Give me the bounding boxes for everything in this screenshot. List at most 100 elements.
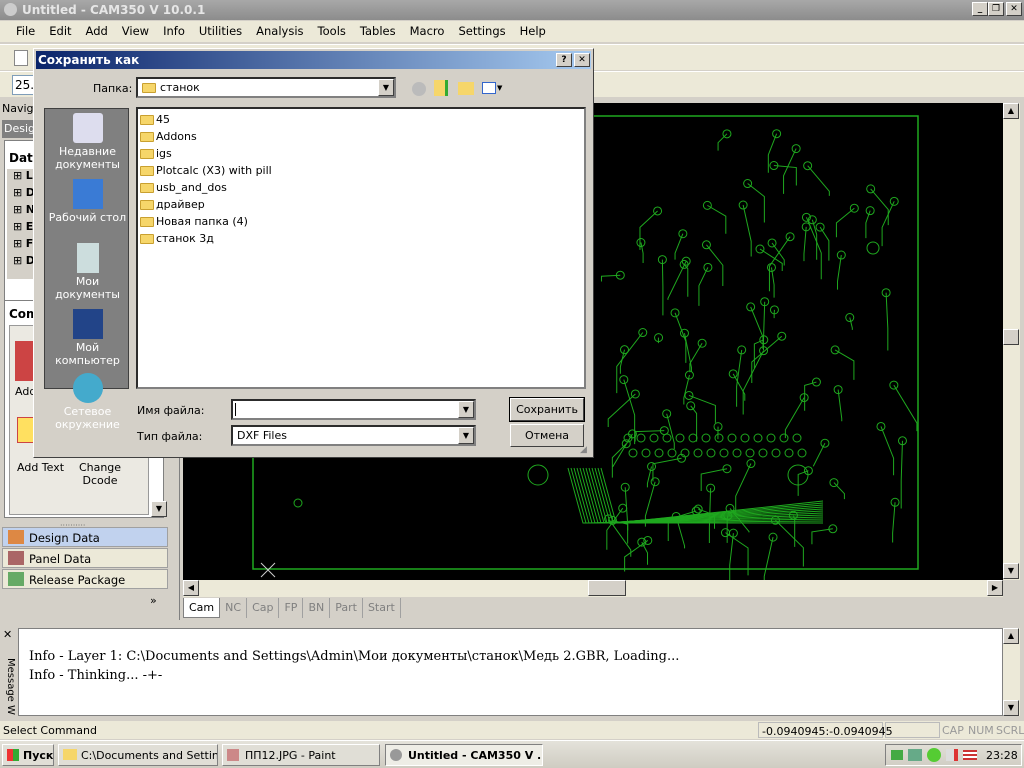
folder-item[interactable]: станок 3д (140, 230, 584, 247)
trace (742, 204, 752, 257)
trace (812, 442, 826, 467)
trace (690, 405, 698, 442)
dialog-close-button[interactable]: ✕ (574, 53, 590, 67)
maximize-button[interactable]: ❐ (988, 2, 1004, 16)
more-nav-button[interactable]: » (150, 594, 157, 607)
task-cam350[interactable]: Untitled - CAM350 V ... (385, 744, 543, 766)
menu-info[interactable]: Info (163, 24, 185, 42)
folder-item[interactable]: 45 (140, 111, 584, 128)
close-button[interactable]: ✕ (1006, 2, 1022, 16)
trace (763, 537, 774, 599)
windows-logo-icon (7, 749, 19, 761)
tab-start[interactable]: Start (363, 598, 401, 618)
minimize-button[interactable]: _ (972, 2, 988, 16)
folder-item[interactable]: Addons (140, 128, 584, 145)
chevron-down-icon[interactable]: ▼ (458, 401, 474, 418)
pad (830, 345, 840, 355)
signal-icon[interactable] (891, 750, 903, 760)
task-explorer[interactable]: C:\Documents and Settin... (58, 744, 218, 766)
help-button[interactable]: ? (556, 53, 572, 67)
place-my-documents[interactable]: Мои документы (45, 243, 130, 301)
cancel-button[interactable]: Отмена (510, 424, 584, 447)
trace (729, 533, 734, 584)
trace (624, 487, 629, 544)
trace (634, 430, 665, 442)
menu-settings[interactable]: Settings (458, 24, 505, 42)
nav-panel-data[interactable]: Panel Data (2, 548, 168, 568)
trace (773, 165, 797, 186)
start-button[interactable]: Пуск (2, 744, 54, 766)
menu-tools[interactable]: Tools (318, 24, 346, 42)
place-my-computer[interactable]: Мой компьютер (45, 309, 130, 367)
folder-item[interactable]: usb_and_dos (140, 179, 584, 196)
back-icon[interactable] (412, 82, 426, 96)
network-icon[interactable] (908, 749, 922, 761)
horizontal-scrollbar[interactable]: ◀ ▶ (183, 580, 1003, 597)
language-flag-icon[interactable] (963, 750, 977, 760)
resize-grip[interactable]: ◢ (580, 445, 587, 455)
tab-nc[interactable]: NC (220, 598, 248, 618)
place-recent[interactable]: Недавние документы (45, 113, 130, 171)
message-scrollbar[interactable]: ▲ ▼ (1003, 628, 1020, 716)
tab-cap[interactable]: Cap (247, 598, 280, 618)
design-data-icon (8, 530, 24, 544)
pad (784, 448, 794, 458)
folder-combo[interactable]: станок ▼ (136, 77, 396, 98)
view-dropdown-icon[interactable]: ▼ (497, 84, 502, 92)
folder-icon (140, 216, 154, 227)
trace (767, 133, 778, 173)
save-button[interactable]: Сохранить (509, 397, 585, 422)
new-file-icon[interactable] (14, 50, 28, 66)
menu-help[interactable]: Help (520, 24, 546, 42)
pad (732, 448, 742, 458)
tab-cam[interactable]: Cam (183, 598, 221, 618)
command-change-dcode[interactable]: Change Dcode (75, 461, 125, 487)
menu-add[interactable]: Add (86, 24, 108, 42)
nav-release-package[interactable]: Release Package (2, 569, 168, 589)
nav-design-data[interactable]: Design Data (2, 527, 168, 547)
filename-input[interactable]: ▼ (231, 399, 476, 420)
view-menu-icon[interactable] (482, 82, 496, 94)
folder-icon (140, 233, 154, 244)
vertical-scrollbar[interactable]: ▲ ▼ (1003, 103, 1020, 580)
task-paint[interactable]: ПП12.JPG - Paint (222, 744, 380, 766)
place-desktop[interactable]: Рабочий стол (45, 179, 130, 224)
place-network[interactable]: Сетевое окружение (45, 373, 130, 431)
new-folder-icon[interactable] (458, 82, 474, 95)
trace (783, 148, 797, 194)
chevron-down-icon[interactable]: ▼ (458, 427, 474, 444)
menu-macro[interactable]: Macro (410, 24, 445, 42)
command-add-text[interactable]: Add Text (17, 461, 64, 474)
volume-muted-icon[interactable] (946, 749, 958, 761)
tab-part[interactable]: Part (330, 598, 363, 618)
tab-bn[interactable]: BN (303, 598, 331, 618)
window-title: Untitled - CAM350 V 10.0.1 (22, 3, 206, 17)
message-close-icon[interactable]: ✕ (3, 628, 12, 641)
menu-view[interactable]: View (122, 24, 149, 42)
menu-file[interactable]: File (16, 24, 35, 42)
folder-item[interactable]: Новая папка (4) (140, 213, 584, 230)
hscroll-thumb (588, 580, 626, 596)
folder-item[interactable]: igs (140, 145, 584, 162)
trace (804, 381, 817, 411)
message-line: Info - Layer 1: C:\Documents and Setting… (29, 649, 680, 664)
commands-scroll-down[interactable]: ▼ (151, 501, 167, 517)
menu-tables[interactable]: Tables (360, 24, 396, 42)
menu-analysis[interactable]: Analysis (256, 24, 303, 42)
chevron-down-icon[interactable]: ▼ (378, 79, 394, 96)
clock: 23:28 (986, 749, 1018, 762)
antivirus-icon[interactable] (927, 748, 941, 762)
status-cap: CAP (942, 724, 964, 737)
folder-item[interactable]: драйвер (140, 196, 584, 213)
filetype-select[interactable]: DXF Files ▼ (231, 425, 476, 446)
menu-utilities[interactable]: Utilities (199, 24, 242, 42)
menu-edit[interactable]: Edit (49, 24, 71, 42)
up-folder-icon[interactable] (434, 80, 448, 96)
tab-fp[interactable]: FP (279, 598, 304, 618)
pad (618, 503, 628, 513)
taskbar: Пуск C:\Documents and Settin... ПП12.JPG… (0, 740, 1024, 768)
panel-data-icon (8, 551, 24, 565)
folder-item[interactable]: Plotcalc (X3) with pill (140, 162, 584, 179)
folder-icon (140, 199, 154, 210)
my-documents-icon (76, 243, 99, 273)
